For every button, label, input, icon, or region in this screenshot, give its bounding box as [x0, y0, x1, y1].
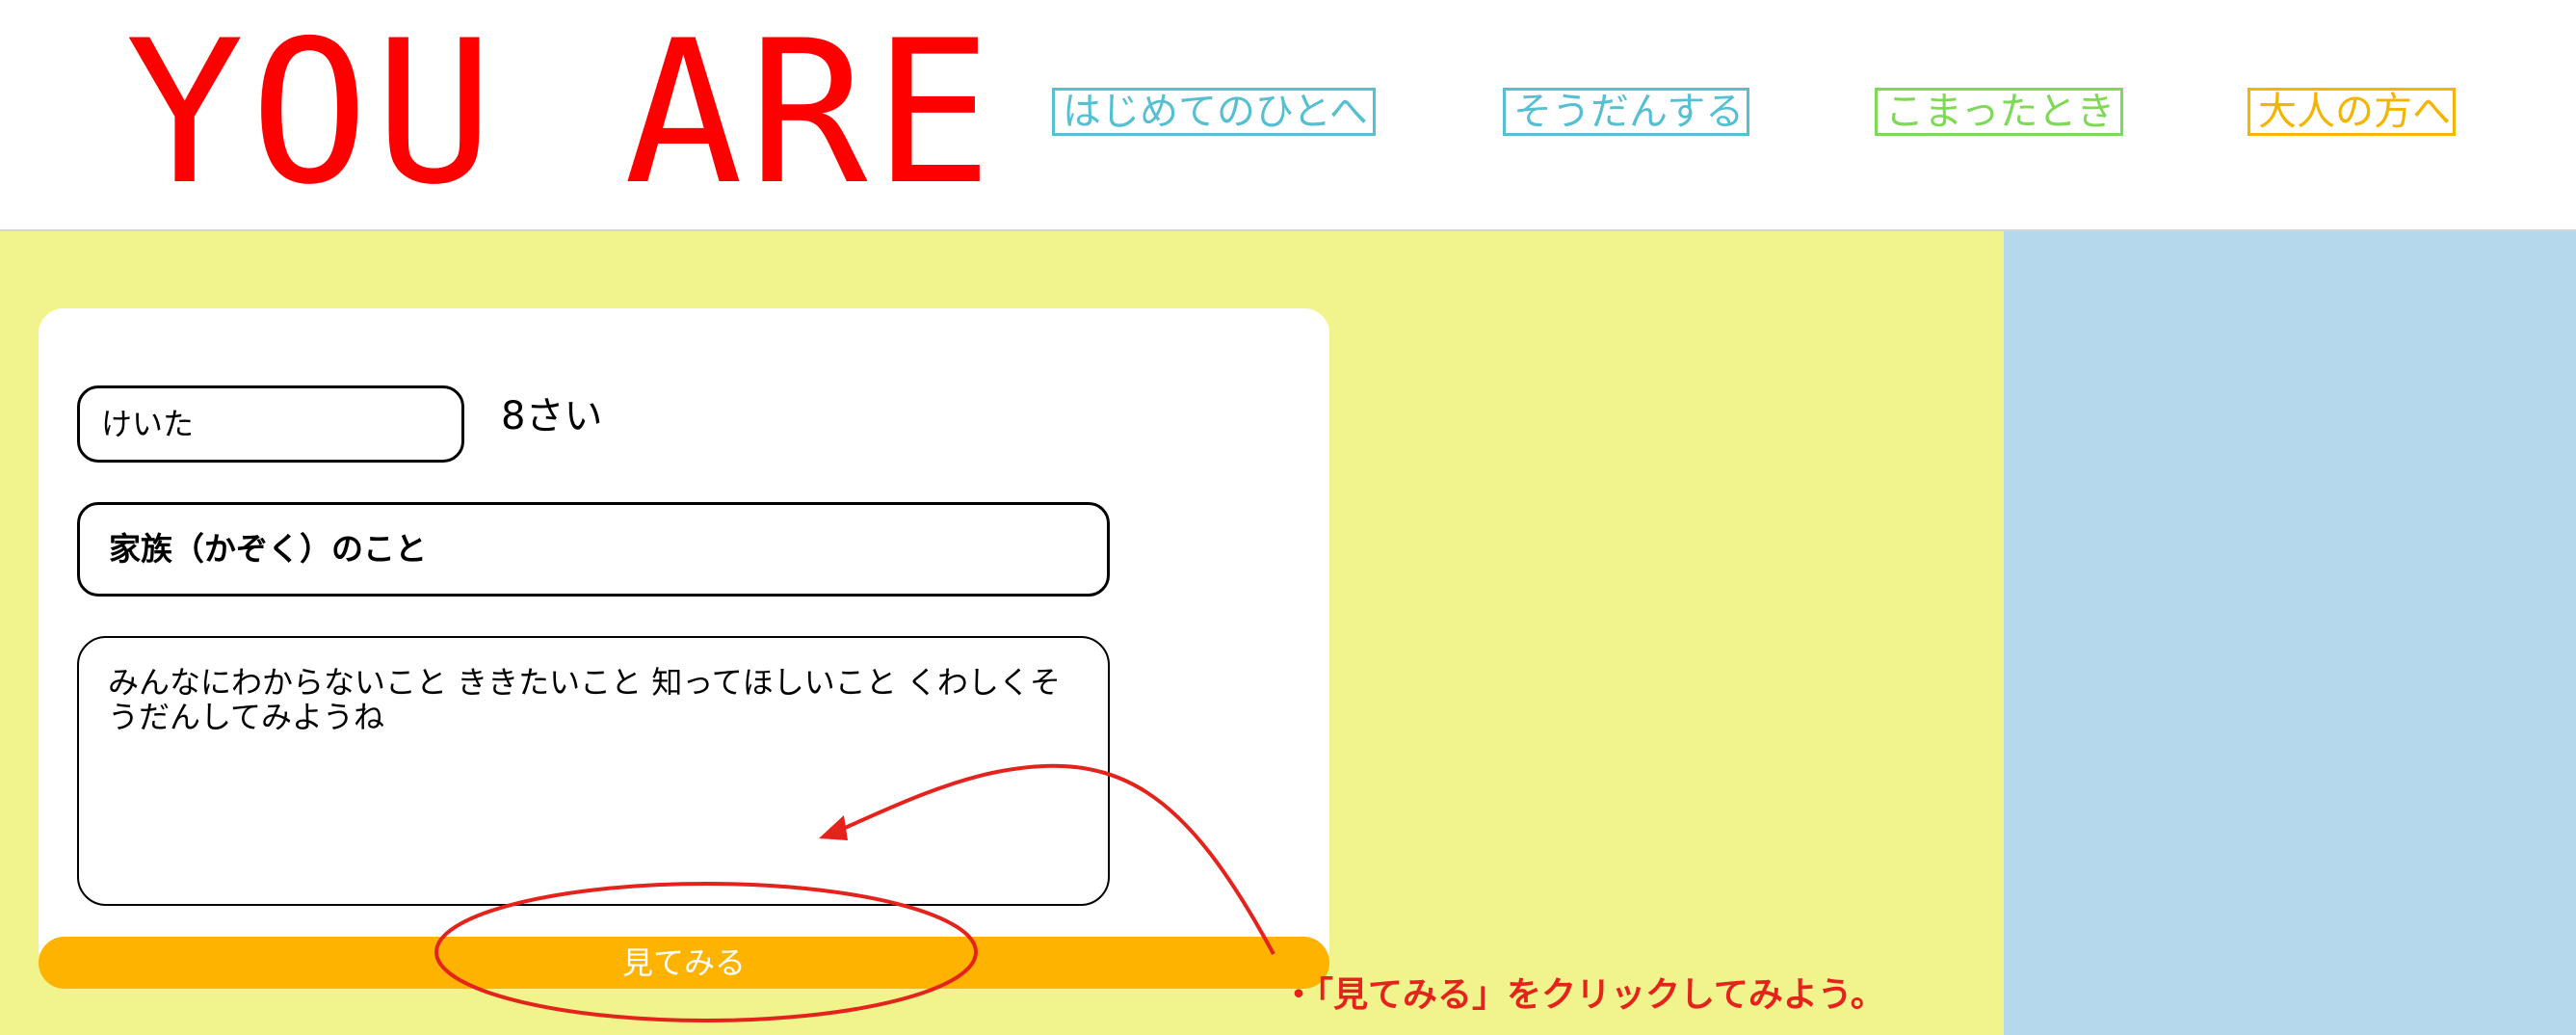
annotation-overlay — [434, 763, 1275, 1022]
pointer-arrow-line — [837, 763, 1275, 955]
pointer-arrow-head — [819, 815, 848, 840]
highlight-ellipse — [434, 882, 978, 1022]
instruction-text: ・「見てみる」をクリックしてみよう。 — [1281, 975, 1885, 1015]
